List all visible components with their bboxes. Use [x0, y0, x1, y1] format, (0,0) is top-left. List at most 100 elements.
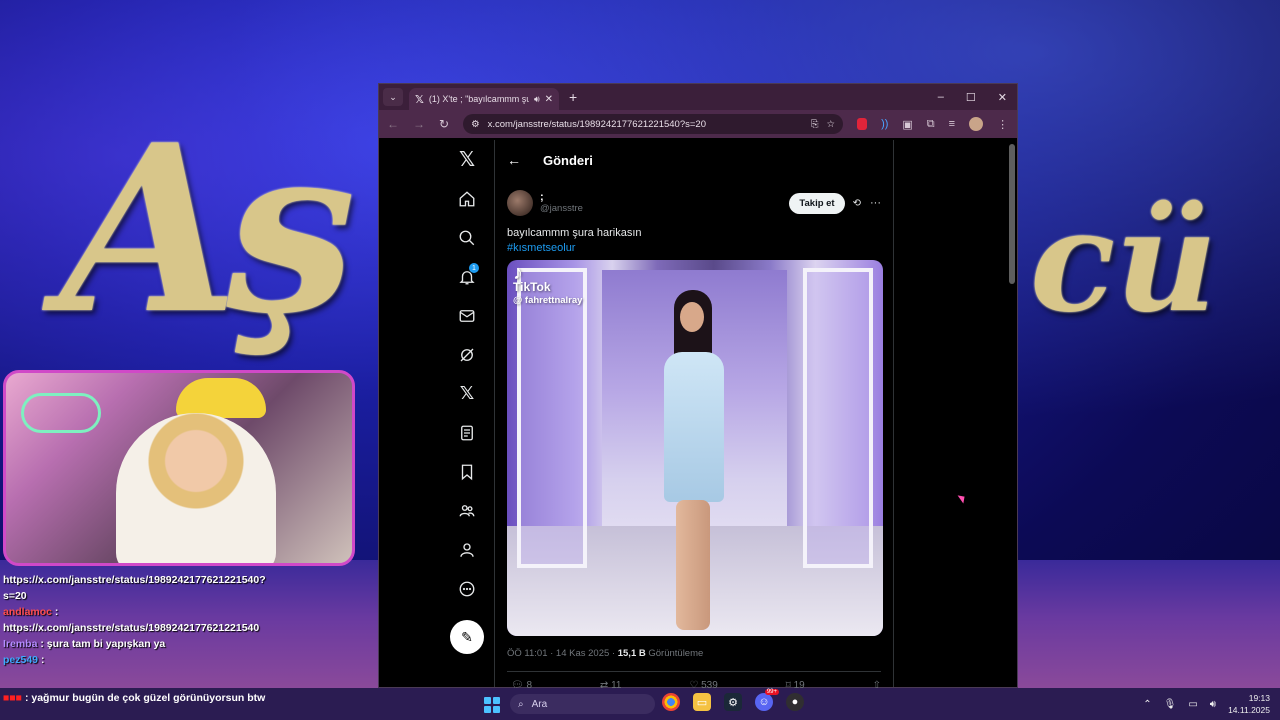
clock-date: 14.11.2025 [1228, 705, 1270, 715]
microphone-icon[interactable]: 🎙︎ [1164, 699, 1177, 710]
streamer [116, 413, 276, 563]
stream-title-art-right: cü [1030, 180, 1218, 344]
new-tab-button[interactable]: + [569, 89, 577, 105]
chat-message: ■■■ : yağmur bugün de çok güzel görünüyo… [3, 692, 266, 704]
site-info-icon[interactable]: ⚙ [471, 119, 480, 130]
author-row: ; @jansstre Takip et ⟲ ··· [495, 180, 893, 220]
video-door-right [803, 268, 873, 568]
taskbar-apps: ▭ ⚙ ☺ 99+ ● [662, 689, 804, 711]
taskbar-search-placeholder: Ara [531, 698, 548, 710]
browser-tab[interactable]: 𝕏 (1) X'te ; "bayılcammm şura 🔊︎ ✕ [409, 88, 559, 110]
x-page: 𝕏 1 𝕏 ✎ ← Gönderi ; @jansstre Takip et ⟲… [379, 140, 1017, 691]
browser-window: ⌄ 𝕏 (1) X'te ; "bayılcammm şura 🔊︎ ✕ + –… [378, 83, 1018, 691]
tiktok-handle: @ fahrettnalray [513, 295, 583, 306]
author-avatar[interactable] [507, 190, 533, 216]
address-bar[interactable]: ⚙ x.com/jansstre/status/1989242177621221… [463, 114, 844, 134]
tiktok-brand: TikTok [513, 280, 551, 294]
close-tab-icon[interactable]: ✕ [545, 94, 553, 105]
window-controls: – ☐ ✕ [938, 91, 1017, 104]
page-scrollbar[interactable] [1009, 144, 1015, 284]
tab-search-button[interactable]: ⌄ [383, 88, 403, 106]
x-logo-icon: 𝕏 [415, 93, 424, 106]
premium-x-icon[interactable]: 𝕏 [447, 374, 487, 413]
extension-red-icon[interactable] [857, 118, 868, 130]
page-title: Gönderi [543, 152, 593, 168]
video-door-left [517, 268, 587, 568]
media-controls-icon[interactable]: ≡ [949, 118, 955, 130]
chat-message: andlamoc : https://x.com/jansstre/status… [3, 606, 260, 634]
tweet-meta: ÖÖ 11:01 · 14 Kas 2025 · 15,1 B Görüntül… [507, 648, 703, 659]
chat-user-redacted: ■■■ [3, 692, 23, 704]
follow-button[interactable]: Takip et [789, 192, 845, 214]
hashtag-link[interactable]: #kısmetseolur [507, 241, 881, 256]
grok-icon[interactable] [447, 335, 487, 374]
menu-icon[interactable]: ⋮ [997, 118, 1008, 131]
clock-time: 19:13 [1248, 693, 1270, 703]
stream-title-art-left: Aş [60, 95, 356, 365]
messages-envelope-icon[interactable] [447, 296, 487, 335]
url-text: x.com/jansstre/status/198924217762122154… [487, 118, 706, 130]
author-display-name[interactable]: ; [540, 191, 583, 203]
back-arrow-icon[interactable]: ← [507, 152, 521, 168]
more-icon[interactable]: ··· [870, 197, 881, 209]
extension-icon[interactable]: ▣ [902, 118, 912, 131]
meta-divider [507, 671, 881, 672]
tweet-timestamp[interactable]: ÖÖ 11:01 · 14 Kas 2025 · [507, 648, 618, 659]
x-sidebar: 𝕏 1 𝕏 ✎ [439, 140, 495, 687]
author-handle[interactable]: @jansstre [540, 203, 583, 215]
chrome-icon[interactable] [662, 693, 680, 711]
bookmark-star-icon[interactable]: ☆ [827, 119, 836, 130]
forward-button[interactable]: → [413, 117, 425, 131]
extension-audio-icon[interactable]: )) [881, 118, 888, 130]
chat-overlay: https://x.com/jansstre/status/1989242177… [3, 572, 266, 668]
extensions-area: )) ▣ ⧉ ≡ ⋮ [857, 117, 1008, 131]
tweet-video[interactable]: ♪ TikTok @ fahrettnalray [507, 260, 883, 636]
back-button[interactable]: ← [387, 117, 399, 131]
notifications-bell-icon[interactable]: 1 [447, 257, 487, 296]
steam-icon[interactable]: ⚙ [724, 693, 742, 711]
search-icon[interactable] [447, 218, 487, 257]
bookmarks-icon[interactable] [447, 452, 487, 491]
post-header: ← Gönderi [495, 140, 893, 180]
taskbar-search[interactable]: ⌕ Ara [510, 694, 655, 714]
tray-chevron-icon[interactable]: ⌃ [1143, 699, 1151, 710]
chat-message: pez549 : [3, 654, 45, 666]
compose-post-button[interactable]: ✎ [450, 620, 484, 654]
close-window-button[interactable]: ✕ [998, 91, 1007, 104]
system-tray: ⌃ 🎙︎ ▭ 🔊︎ 19:13 14.11.2025 [1143, 692, 1270, 716]
grok-explain-icon[interactable]: ⟲ [853, 198, 861, 209]
chat-message: Iremba : şura tam bi yapışkan ya [3, 638, 166, 650]
network-icon[interactable]: ▭ [1188, 699, 1197, 710]
pikachu-plush [176, 378, 266, 418]
tab-bar: ⌄ 𝕏 (1) X'te ; "bayılcammm şura 🔊︎ ✕ + –… [379, 84, 1017, 110]
x-home-logo-icon[interactable]: 𝕏 [447, 140, 487, 179]
lists-icon[interactable] [447, 413, 487, 452]
home-icon[interactable] [447, 179, 487, 218]
post-column: ← Gönderi ; @jansstre Takip et ⟲ ··· bay… [495, 140, 893, 691]
chat-message: https://x.com/jansstre/status/1989242177… [3, 574, 266, 602]
windows-start-icon[interactable] [484, 697, 500, 713]
profile-icon[interactable] [447, 530, 487, 569]
video-subject [652, 290, 732, 630]
communities-icon[interactable] [447, 491, 487, 530]
profile-avatar[interactable] [969, 117, 984, 131]
author-names: ; @jansstre [540, 191, 583, 215]
tiktok-watermark: ♪ TikTok @ fahrettnalray [513, 263, 583, 308]
puzzle-icon[interactable]: ⧉ [927, 118, 935, 131]
notification-badge: 1 [469, 263, 479, 273]
clock[interactable]: 19:13 14.11.2025 [1228, 692, 1270, 716]
maximize-button[interactable]: ☐ [966, 91, 976, 104]
tweet-body: bayılcammm şura harikasın #kısmetseolur [495, 220, 893, 256]
speaker-icon[interactable]: 🔊︎ [534, 94, 540, 105]
reload-button[interactable]: ↻ [439, 117, 449, 131]
obs-icon[interactable]: ● [786, 693, 804, 711]
volume-icon[interactable]: 🔊︎ [1210, 699, 1216, 710]
tweet-text: bayılcammm şura harikasın [507, 227, 642, 239]
file-explorer-icon[interactable]: ▭ [693, 693, 711, 711]
browser-toolbar: ← → ↻ ⚙ x.com/jansstre/status/1989242177… [379, 110, 1017, 138]
webcam-overlay [3, 370, 355, 566]
minimize-button[interactable]: – [938, 91, 944, 104]
install-app-icon[interactable]: ⎘ [811, 119, 819, 130]
discord-icon[interactable]: ☺ 99+ [755, 689, 779, 711]
more-options-circle-icon[interactable] [447, 569, 487, 608]
